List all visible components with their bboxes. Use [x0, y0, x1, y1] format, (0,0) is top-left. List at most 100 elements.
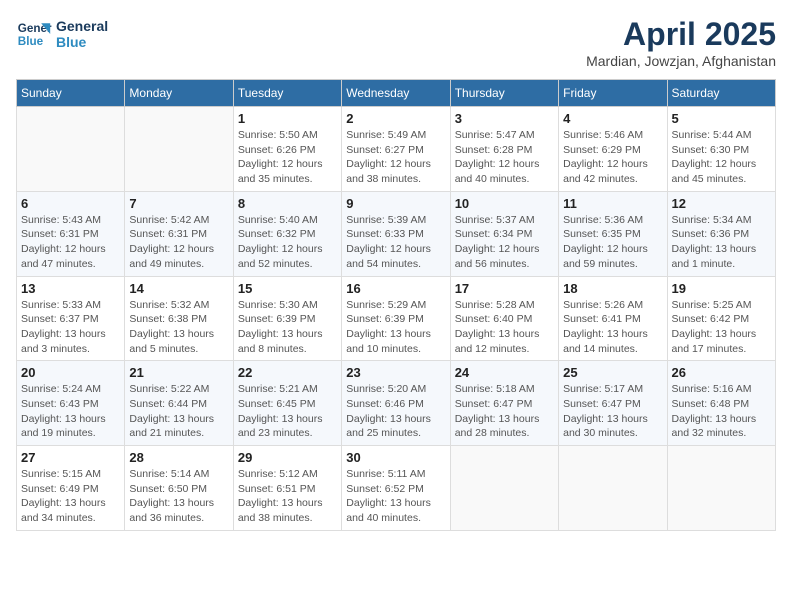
week-row-1: 1Sunrise: 5:50 AM Sunset: 6:26 PM Daylig… [17, 107, 776, 192]
calendar-cell: 14Sunrise: 5:32 AM Sunset: 6:38 PM Dayli… [125, 276, 233, 361]
cell-daylight-info: Sunrise: 5:33 AM Sunset: 6:37 PM Dayligh… [21, 298, 120, 357]
calendar-cell: 28 Sunrise: 5:14 AM Sunset: 6:50 PM Dayli… [125, 446, 233, 531]
calendar-cell [17, 107, 125, 192]
cell-daylight-info: Sunrise: 5:47 AM Sunset: 6:28 PM Dayligh… [455, 128, 554, 187]
calendar-cell: 10Sunrise: 5:37 AM Sunset: 6:34 PM Dayli… [450, 191, 558, 276]
cell-date-number: 11 [563, 196, 662, 211]
cell-date-number: 23 [346, 365, 445, 380]
calendar-cell: 7Sunrise: 5:42 AM Sunset: 6:31 PM Daylig… [125, 191, 233, 276]
logo-line2: Blue [56, 34, 108, 50]
logo-icon: General Blue [16, 16, 52, 52]
calendar-cell: 22 Sunrise: 5:21 AM Sunset: 6:45 PM Dayli… [233, 361, 341, 446]
title-area: April 2025 Mardian, Jowzjan, Afghanistan [586, 16, 776, 69]
cell-date-number: 21 [129, 365, 228, 380]
calendar-cell: 1Sunrise: 5:50 AM Sunset: 6:26 PM Daylig… [233, 107, 341, 192]
cell-daylight-info: Sunrise: 5:39 AM Sunset: 6:33 PM Dayligh… [346, 213, 445, 272]
cell-date-number: 19 [672, 281, 771, 296]
cell-date-number: 24 [455, 365, 554, 380]
calendar-cell [450, 446, 558, 531]
cell-daylight-info: Sunrise: 5:17 AM Sunset: 6:47 PM Dayligh… [563, 382, 662, 441]
cell-daylight-info: Sunrise: 5:36 AM Sunset: 6:35 PM Dayligh… [563, 213, 662, 272]
calendar-cell: 11 Sunrise: 5:36 AM Sunset: 6:35 PM Dayli… [559, 191, 667, 276]
cell-date-number: 4 [563, 111, 662, 126]
calendar-cell: 29 Sunrise: 5:12 AM Sunset: 6:51 PM Dayli… [233, 446, 341, 531]
cell-date-number: 13 [21, 281, 120, 296]
calendar-table: SundayMondayTuesdayWednesdayThursdayFrid… [16, 79, 776, 531]
page-subtitle: Mardian, Jowzjan, Afghanistan [586, 53, 776, 69]
calendar-cell: 25Sunrise: 5:17 AM Sunset: 6:47 PM Dayli… [559, 361, 667, 446]
calendar-cell: 19 Sunrise: 5:25 AM Sunset: 6:42 PM Dayli… [667, 276, 775, 361]
calendar-cell: 16 Sunrise: 5:29 AM Sunset: 6:39 PM Dayli… [342, 276, 450, 361]
cell-daylight-info: Sunrise: 5:11 AM Sunset: 6:52 PM Dayligh… [346, 467, 445, 526]
week-row-4: 20 Sunrise: 5:24 AM Sunset: 6:43 PM Dayli… [17, 361, 776, 446]
calendar-cell: 2 Sunrise: 5:49 AM Sunset: 6:27 PM Daylig… [342, 107, 450, 192]
calendar-cell: 12 Sunrise: 5:34 AM Sunset: 6:36 PM Dayli… [667, 191, 775, 276]
cell-daylight-info: Sunrise: 5:14 AM Sunset: 6:50 PM Dayligh… [129, 467, 228, 526]
calendar-cell: 30 Sunrise: 5:11 AM Sunset: 6:52 PM Dayli… [342, 446, 450, 531]
cell-date-number: 26 [672, 365, 771, 380]
svg-text:Blue: Blue [18, 35, 44, 48]
cell-daylight-info: Sunrise: 5:34 AM Sunset: 6:36 PM Dayligh… [672, 213, 771, 272]
cell-date-number: 28 [129, 450, 228, 465]
cell-date-number: 18 [563, 281, 662, 296]
cell-date-number: 8 [238, 196, 337, 211]
calendar-cell: 26Sunrise: 5:16 AM Sunset: 6:48 PM Dayli… [667, 361, 775, 446]
cell-daylight-info: Sunrise: 5:49 AM Sunset: 6:27 PM Dayligh… [346, 128, 445, 187]
day-header-tuesday: Tuesday [233, 80, 341, 107]
calendar-cell: 18Sunrise: 5:26 AM Sunset: 6:41 PM Dayli… [559, 276, 667, 361]
cell-date-number: 2 [346, 111, 445, 126]
week-row-5: 27 Sunrise: 5:15 AM Sunset: 6:49 PM Dayli… [17, 446, 776, 531]
cell-daylight-info: Sunrise: 5:29 AM Sunset: 6:39 PM Dayligh… [346, 298, 445, 357]
cell-daylight-info: Sunrise: 5:28 AM Sunset: 6:40 PM Dayligh… [455, 298, 554, 357]
cell-date-number: 22 [238, 365, 337, 380]
cell-date-number: 29 [238, 450, 337, 465]
calendar-cell: 9Sunrise: 5:39 AM Sunset: 6:33 PM Daylig… [342, 191, 450, 276]
calendar-cell [559, 446, 667, 531]
cell-daylight-info: Sunrise: 5:46 AM Sunset: 6:29 PM Dayligh… [563, 128, 662, 187]
cell-date-number: 12 [672, 196, 771, 211]
calendar-cell [667, 446, 775, 531]
cell-daylight-info: Sunrise: 5:40 AM Sunset: 6:32 PM Dayligh… [238, 213, 337, 272]
cell-date-number: 16 [346, 281, 445, 296]
cell-daylight-info: Sunrise: 5:20 AM Sunset: 6:46 PM Dayligh… [346, 382, 445, 441]
header: General Blue General Blue April 2025 Mar… [16, 16, 776, 69]
cell-daylight-info: Sunrise: 5:25 AM Sunset: 6:42 PM Dayligh… [672, 298, 771, 357]
cell-daylight-info: Sunrise: 5:44 AM Sunset: 6:30 PM Dayligh… [672, 128, 771, 187]
logo-line1: General [56, 18, 108, 34]
cell-date-number: 27 [21, 450, 120, 465]
page-title: April 2025 [586, 16, 776, 53]
cell-date-number: 6 [21, 196, 120, 211]
day-header-sunday: Sunday [17, 80, 125, 107]
calendar-cell: 17 Sunrise: 5:28 AM Sunset: 6:40 PM Dayli… [450, 276, 558, 361]
cell-daylight-info: Sunrise: 5:50 AM Sunset: 6:26 PM Dayligh… [238, 128, 337, 187]
calendar-cell: 27 Sunrise: 5:15 AM Sunset: 6:49 PM Dayli… [17, 446, 125, 531]
calendar-cell: 23 Sunrise: 5:20 AM Sunset: 6:46 PM Dayli… [342, 361, 450, 446]
cell-daylight-info: Sunrise: 5:21 AM Sunset: 6:45 PM Dayligh… [238, 382, 337, 441]
calendar-body: 1Sunrise: 5:50 AM Sunset: 6:26 PM Daylig… [17, 107, 776, 531]
calendar-cell: 20 Sunrise: 5:24 AM Sunset: 6:43 PM Dayli… [17, 361, 125, 446]
calendar-cell: 24Sunrise: 5:18 AM Sunset: 6:47 PM Dayli… [450, 361, 558, 446]
cell-daylight-info: Sunrise: 5:12 AM Sunset: 6:51 PM Dayligh… [238, 467, 337, 526]
cell-daylight-info: Sunrise: 5:15 AM Sunset: 6:49 PM Dayligh… [21, 467, 120, 526]
day-header-friday: Friday [559, 80, 667, 107]
calendar-header-row: SundayMondayTuesdayWednesdayThursdayFrid… [17, 80, 776, 107]
calendar-cell: 4 Sunrise: 5:46 AM Sunset: 6:29 PM Daylig… [559, 107, 667, 192]
cell-date-number: 17 [455, 281, 554, 296]
cell-date-number: 3 [455, 111, 554, 126]
cell-date-number: 7 [129, 196, 228, 211]
calendar-cell: 15Sunrise: 5:30 AM Sunset: 6:39 PM Dayli… [233, 276, 341, 361]
calendar-cell: 13 Sunrise: 5:33 AM Sunset: 6:37 PM Dayli… [17, 276, 125, 361]
calendar-cell: 8 Sunrise: 5:40 AM Sunset: 6:32 PM Daylig… [233, 191, 341, 276]
day-header-wednesday: Wednesday [342, 80, 450, 107]
week-row-2: 6Sunrise: 5:43 AM Sunset: 6:31 PM Daylig… [17, 191, 776, 276]
calendar-cell: 3 Sunrise: 5:47 AM Sunset: 6:28 PM Daylig… [450, 107, 558, 192]
calendar-cell [125, 107, 233, 192]
cell-date-number: 5 [672, 111, 771, 126]
cell-daylight-info: Sunrise: 5:22 AM Sunset: 6:44 PM Dayligh… [129, 382, 228, 441]
logo: General Blue General Blue [16, 16, 108, 52]
cell-date-number: 30 [346, 450, 445, 465]
week-row-3: 13 Sunrise: 5:33 AM Sunset: 6:37 PM Dayli… [17, 276, 776, 361]
cell-date-number: 20 [21, 365, 120, 380]
cell-daylight-info: Sunrise: 5:24 AM Sunset: 6:43 PM Dayligh… [21, 382, 120, 441]
day-header-saturday: Saturday [667, 80, 775, 107]
